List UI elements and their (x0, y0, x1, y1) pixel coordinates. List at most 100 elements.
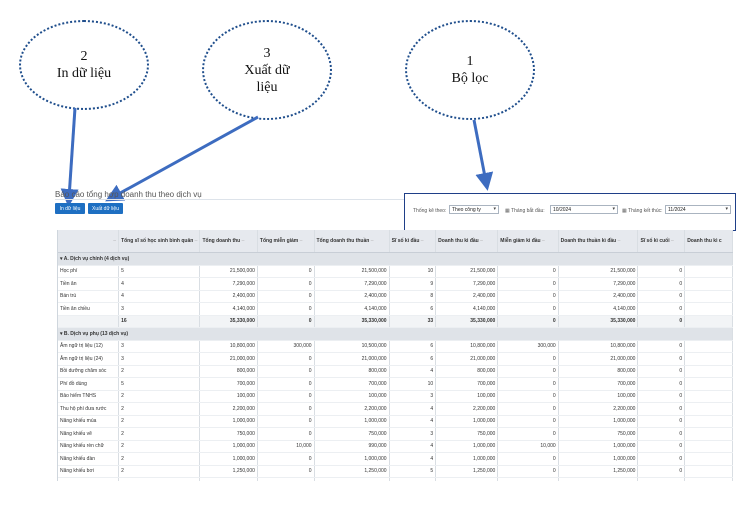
value-cell: 300,000 (497, 340, 559, 353)
value-cell: 1,250,000 (558, 477, 639, 481)
table-row[interactable]: Thu hộ phí đưa rước 2 2,200,000 0 2,200,000 4… (58, 402, 733, 416)
value-cell: 1,000,000 (199, 440, 258, 453)
table-row[interactable]: Học phí 5 21,500,000 0 21,500,000 10 21,500,00… (58, 265, 733, 278)
report-grid[interactable]: – Tổng sĩ số học sinh bình quân – Tổng doa… (57, 230, 733, 481)
value-cell: 0 (497, 290, 559, 303)
total-cell (684, 315, 733, 328)
table-row[interactable]: Bán trú 4 2,400,000 0 2,400,000 8 2,400,000 0 2,… (58, 290, 733, 303)
column-header[interactable]: Doanh thu kì đầu – (435, 230, 499, 253)
table-row[interactable]: Năng khiếu bơi 2 1,250,000 0 1,250,000 5 1,250… (58, 465, 733, 478)
sort-icon: – (298, 238, 303, 244)
value-cell (684, 340, 733, 353)
value-cell: 3 (389, 427, 437, 441)
table-row[interactable]: Bồi dưỡng chăm sóc 2 800,000 0 800,000 4 800,0… (58, 365, 733, 378)
group-by-select[interactable]: Theo công ty ▾ (449, 205, 499, 214)
column-header[interactable]: – (58, 230, 120, 253)
arrow-to-filter (472, 119, 494, 191)
service-name-cell: Năng khiếu đàn (58, 452, 120, 466)
value-cell: 0 (257, 452, 315, 466)
value-cell: 10 (389, 265, 437, 278)
table-row[interactable]: Phí đồ dùng 5 700,000 0 700,000 10 700,000 0 700… (58, 377, 733, 391)
column-header[interactable]: Tổng sĩ số học sinh bình quân – (118, 230, 201, 253)
start-month-field[interactable]: 10/2024 ▾ (550, 205, 618, 214)
value-cell: 0 (637, 302, 686, 316)
table-row[interactable]: Bảo hiểm TNHS 2 100,000 0 100,000 3 100,000 0 10… (58, 390, 733, 403)
value-cell: 0 (637, 440, 686, 453)
value-cell: 4 (118, 277, 201, 291)
column-header-label: Doanh thu thuần kì đầu (560, 238, 617, 244)
export-button[interactable]: Xuất dữ liệu (88, 203, 123, 214)
column-header[interactable]: Tổng doanh thu thuần – (314, 230, 390, 253)
value-cell: 0 (257, 277, 315, 291)
value-cell: 0 (497, 352, 559, 366)
value-cell: 0 (497, 402, 559, 416)
group-by-label: Thống kê theo: (413, 208, 447, 214)
end-month-field[interactable]: 11/2024 ▾ (665, 205, 731, 214)
column-header[interactable]: Doanh thu kì c (684, 230, 733, 253)
value-cell: 10,000 (257, 440, 315, 453)
value-cell: 0 (257, 352, 315, 366)
value-cell: 1,250,000 (314, 477, 390, 481)
table-row[interactable]: Năng khiếu múa 2 1,000,000 0 1,000,000 4 1,000… (58, 415, 733, 428)
calendar-icon: ▦ (622, 208, 627, 214)
table-row[interactable]: Âm ngữ trị liệu (12) 3 10,800,000 300,000 10… (58, 340, 733, 353)
column-header[interactable]: Tổng doanh thu – (199, 230, 258, 253)
column-header[interactable]: Miễn giảm kì đầu – (497, 230, 559, 253)
table-row[interactable]: Tiền ăn chiều 3 4,140,000 0 4,140,000 6 4,140,… (58, 302, 733, 316)
table-row[interactable]: Âm ngữ trị liệu (24) 3 21,000,000 0 21,000,0… (58, 352, 733, 366)
value-cell: 750,000 (435, 427, 499, 441)
column-header[interactable]: Sĩ số kì đầu – (389, 230, 437, 253)
value-cell: 7,290,000 (314, 277, 390, 291)
value-cell: 8 (389, 290, 437, 303)
column-header[interactable]: Doanh thu thuần kì đầu – (558, 230, 639, 253)
value-cell: 0 (497, 277, 559, 291)
group-row[interactable]: ▾ B. Dịch vụ phụ (13 dịch vụ) (58, 327, 733, 341)
service-name-cell: Âm ngữ trị liệu (12) (58, 340, 120, 353)
value-cell: 2,400,000 (314, 290, 390, 303)
value-cell: 1,250,000 (199, 465, 258, 478)
service-name-cell: Tiền ăn (58, 277, 120, 291)
column-header-label: Doanh thu kì c (687, 238, 722, 244)
value-cell: 0 (497, 265, 559, 278)
value-cell: 100,000 (314, 390, 390, 403)
value-cell: 4 (389, 365, 437, 378)
print-button[interactable]: In dữ liệu (55, 203, 85, 214)
value-cell: 0 (497, 452, 559, 466)
value-cell (684, 440, 733, 453)
column-header[interactable]: Tổng miễn giảm – (257, 230, 315, 253)
service-name-cell: Bồi dưỡng chăm sóc (58, 365, 120, 378)
total-cell: 16 (118, 315, 201, 328)
value-cell (684, 352, 733, 366)
table-row[interactable]: Năng khiếu rèn chữ 2 1,000,000 10,000 990,00… (58, 440, 733, 453)
value-cell: 4 (389, 452, 437, 466)
table-row[interactable]: Năng khiếu vẽ 2 750,000 0 750,000 3 750,000 0 75… (58, 427, 733, 441)
value-cell: 2,400,000 (558, 290, 639, 303)
table-row[interactable]: Tiền ăn 4 7,290,000 0 7,290,000 9 7,290,000 0 7,… (58, 277, 733, 291)
sort-icon: – (193, 238, 198, 244)
value-cell: 5 (389, 465, 437, 478)
filter-panel: Thống kê theo: Theo công ty ▾ ▦ Tháng bắ… (404, 193, 736, 231)
value-cell: 0 (497, 390, 559, 403)
column-header[interactable]: Sĩ số kì cuối – (637, 230, 686, 253)
value-cell: 0 (497, 477, 559, 481)
value-cell: 0 (257, 290, 315, 303)
value-cell: 4 (389, 402, 437, 416)
table-row[interactable]: Năng khiếu Anh Văn21,250,00001,250,00051… (58, 477, 733, 481)
value-cell: 2 (118, 427, 201, 441)
value-cell: 0 (257, 265, 315, 278)
group-row[interactable]: ▾ A. Dịch vụ chính (4 dịch vụ) (58, 252, 733, 266)
value-cell: 0 (637, 265, 686, 278)
value-cell: 0 (257, 377, 315, 391)
value-cell (684, 390, 733, 403)
value-cell: 21,500,000 (314, 265, 390, 278)
value-cell: 2 (118, 477, 201, 481)
value-cell: 750,000 (314, 427, 390, 441)
value-cell (684, 290, 733, 303)
sort-icon: – (113, 238, 117, 244)
value-cell: 100,000 (199, 390, 258, 403)
value-cell: 4 (389, 415, 437, 428)
table-row[interactable]: Năng khiếu đàn 2 1,000,000 0 1,000,000 4 1,000… (58, 452, 733, 466)
total-cell: 0 (497, 315, 559, 328)
value-cell: 1,250,000 (435, 477, 499, 481)
value-cell: 3 (118, 352, 201, 366)
